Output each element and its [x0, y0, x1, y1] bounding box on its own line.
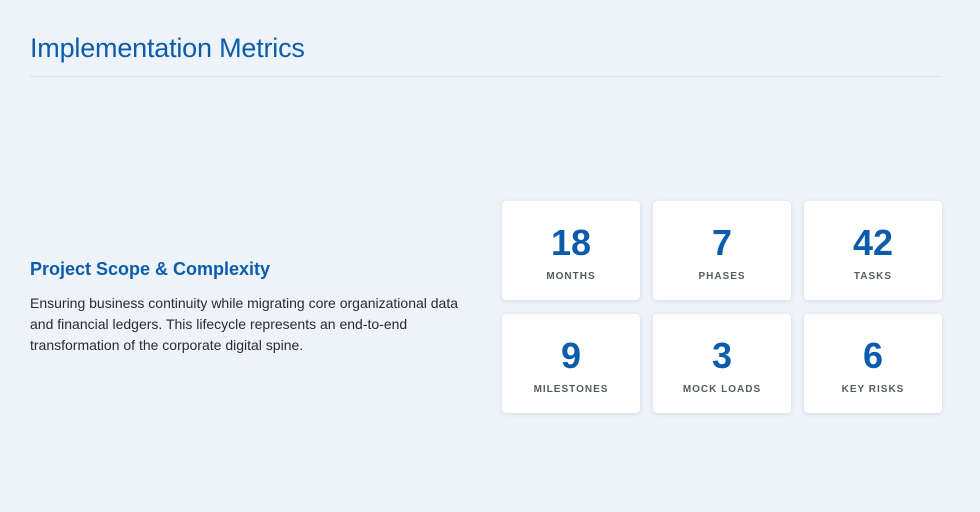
- page-header: Implementation Metrics: [30, 28, 941, 77]
- metric-label: TASKS: [853, 271, 893, 282]
- metric-card-tasks: 42 TASKS: [804, 201, 942, 300]
- metric-card-key-risks: 6 KEY RISKS: [804, 314, 942, 413]
- metric-label: MONTHS: [546, 271, 596, 282]
- metric-card-months: 18 MONTHS: [502, 201, 640, 300]
- metrics-grid: 18 MONTHS 7 PHASES 42 TASKS 9 MILESTONES…: [502, 201, 942, 413]
- metric-value: 42: [852, 222, 894, 263]
- metric-label: MOCK LOADS: [682, 384, 762, 395]
- metric-card-mock-loads: 3 MOCK LOADS: [653, 314, 791, 413]
- metric-label: PHASES: [698, 271, 746, 282]
- section-description: Ensuring business continuity while migra…: [30, 295, 459, 353]
- metric-card-milestones: 9 MILESTONES: [502, 314, 640, 413]
- metric-card-phases: 7 PHASES: [653, 201, 791, 300]
- metric-value: 7: [711, 222, 733, 263]
- section-title: Project Scope & Complexity: [30, 259, 271, 279]
- intro-section: Project Scope & Complexity Ensuring busi…: [30, 257, 470, 356]
- metric-value: 18: [550, 222, 592, 263]
- metric-value: 6: [862, 335, 884, 376]
- page-title: Implementation Metrics: [30, 33, 305, 63]
- metric-label: MILESTONES: [533, 384, 609, 395]
- metric-label: KEY RISKS: [841, 384, 905, 395]
- metric-value: 3: [711, 335, 733, 376]
- metric-value: 9: [560, 335, 582, 376]
